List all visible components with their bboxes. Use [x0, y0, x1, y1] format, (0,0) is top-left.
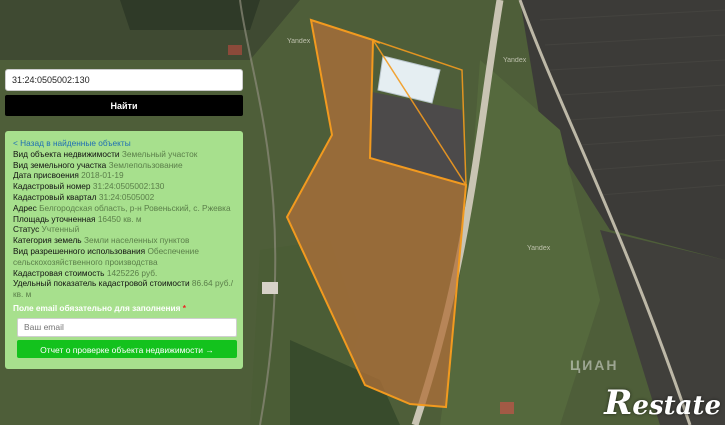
cadastral-number-input[interactable]: [5, 69, 243, 91]
info-row-land-type: Вид земельного участка Землепользование: [13, 159, 183, 170]
info-row-cadastral-quarter: Кадастровый квартал 31:24:0505002: [13, 191, 155, 202]
info-row-area: Площадь уточненная 16450 кв. м: [13, 213, 142, 224]
info-row-cadastral-number: Кадастровый номер 31:24:0505002:130: [13, 181, 165, 192]
map-label: Yandex: [287, 38, 311, 45]
map-label: Yandex: [503, 57, 527, 64]
object-info-panel: < Назад в найденные объекты Вид объекта …: [5, 131, 243, 369]
find-button[interactable]: Найти: [5, 95, 243, 116]
info-row-cadastral-value: Кадастровая стоимость 1425226 руб.: [13, 267, 158, 278]
info-row-permitted-use: Вид разрешенного использования Обеспечен…: [13, 245, 199, 267]
info-row-object-type: Вид объекта недвижимости Земельный участ…: [13, 148, 198, 159]
email-required-warning: Поле email обязательно для заполнения *: [13, 302, 186, 313]
cian-watermark: ЦИАН: [570, 357, 619, 373]
email-field[interactable]: [17, 317, 237, 337]
restate-logo: Restate: [604, 383, 721, 423]
info-row-specific-value: Удельный показатель кадастровой стоимост…: [13, 278, 234, 300]
info-row-date: Дата присвоения 2018-01-19: [13, 170, 124, 181]
info-row-land-category: Категория земель Земли населенных пункто…: [13, 235, 190, 246]
map-label: Yandex: [527, 245, 551, 252]
back-to-results-link[interactable]: < Назад в найденные объекты: [13, 138, 235, 149]
report-button[interactable]: Отчет о проверке объекта недвижимости →: [17, 339, 237, 358]
info-row-address: Адрес Белгородская область, р-н Ровеньск…: [13, 202, 231, 213]
info-row-status: Статус Учтенный: [13, 224, 80, 235]
